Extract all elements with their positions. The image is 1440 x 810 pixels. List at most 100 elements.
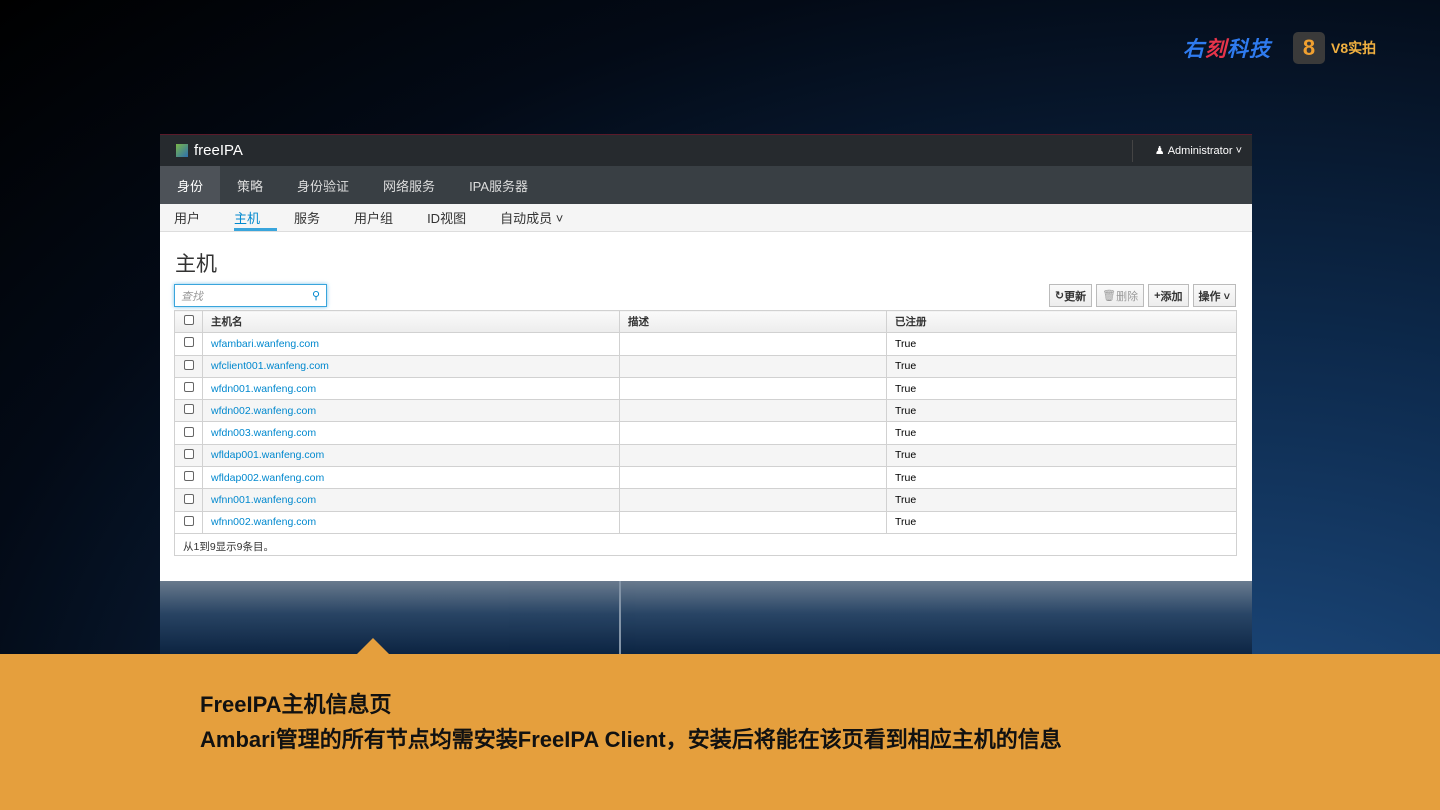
page-title: 主机 (175, 253, 217, 276)
col-hostname[interactable]: 主机名 (202, 309, 620, 334)
nav-authentication[interactable]: 身份验证 (280, 166, 366, 204)
table-footer: 从1到9显示9条目。 (174, 533, 1237, 556)
host-link[interactable]: wfldap001.wanfeng.com (211, 449, 324, 461)
host-link[interactable]: wfambari.wanfeng.com (211, 338, 319, 350)
search-icon[interactable]: ⚲ (312, 289, 320, 302)
row-checkbox-cell (174, 488, 203, 512)
v8-badge: 8 V8实拍 (1293, 32, 1376, 64)
search-placeholder: 查找 (181, 290, 203, 303)
search-input[interactable]: 查找 ⚲ (174, 284, 327, 307)
row-checkbox-cell (174, 443, 203, 468)
host-link[interactable]: wfclient001.wanfeng.com (211, 360, 329, 372)
v8-icon: 8 (1293, 32, 1325, 64)
nav-policy[interactable]: 策略 (220, 166, 280, 204)
registered-cell: True (886, 376, 1237, 401)
freeipa-window: freeIPA ♟ Administrator ˅ 身份 策略 身份验证 网络服… (160, 134, 1252, 581)
row-checkbox-cell (174, 376, 203, 401)
tab-services[interactable]: 服务 (294, 204, 354, 231)
registered-cell: True (886, 354, 1237, 378)
row-checkbox[interactable] (183, 337, 194, 348)
secondary-nav: 用户 主机 服务 用户组 ID视图 自动成员 ˅ (160, 204, 1252, 232)
refresh-button[interactable]: ↻ 更新 (1048, 284, 1093, 307)
description-cell (619, 354, 887, 378)
registered-cell: True (886, 421, 1237, 445)
delete-button[interactable]: 🗑 删除 (1096, 284, 1145, 307)
reflection-divider (619, 581, 621, 654)
actions-button[interactable]: 操作 ˅ (1192, 284, 1236, 307)
nav-ipa-server[interactable]: IPA服务器 (452, 166, 545, 204)
host-link[interactable]: wfnn002.wanfeng.com (211, 516, 316, 528)
registered-cell: True (886, 399, 1237, 423)
description-cell (619, 443, 887, 468)
tab-user-groups[interactable]: 用户组 (354, 204, 427, 231)
app-logo[interactable]: freeIPA (176, 142, 243, 159)
hosts-table: 主机名 描述 已注册 wfambari.wanfeng.com True wfc… (174, 309, 1237, 534)
v8-label: V8实拍 (1331, 40, 1377, 56)
host-link[interactable]: wfdn001.wanfeng.com (211, 383, 316, 395)
row-checkbox[interactable] (183, 515, 194, 526)
table-row: wfclient001.wanfeng.com True (174, 354, 1237, 378)
row-checkbox[interactable] (183, 493, 194, 504)
host-link[interactable]: wfldap002.wanfeng.com (211, 472, 324, 484)
row-checkbox[interactable] (183, 382, 194, 393)
toolbar: ↻ 更新 🗑 删除 + 添加 操作 ˅ (1048, 284, 1236, 307)
caption-title: FreeIPA主机信息页 (200, 692, 392, 717)
host-link[interactable]: wfdn002.wanfeng.com (211, 405, 316, 417)
nav-network-services[interactable]: 网络服务 (366, 166, 452, 204)
brand: 右刻科技 8 V8实拍 (1183, 32, 1376, 64)
description-cell (619, 376, 887, 401)
refresh-icon: ↻ (1054, 290, 1065, 302)
table-row: wfdn003.wanfeng.com True (174, 421, 1237, 445)
add-button[interactable]: + 添加 (1148, 284, 1189, 307)
caption-text: Ambari管理的所有节点均需安装FreeIPA Client，安装后将能在该页… (200, 727, 1062, 752)
user-menu[interactable]: ♟ Administrator ˅ (1131, 139, 1252, 162)
hostname-cell: wfldap002.wanfeng.com (202, 466, 620, 490)
brand-logo: 右刻科技 (1183, 38, 1271, 61)
row-checkbox-cell (174, 332, 203, 356)
hostname-cell: wfnn002.wanfeng.com (202, 510, 620, 534)
row-checkbox[interactable] (183, 448, 194, 459)
app-name: freeIPA (194, 142, 243, 159)
primary-nav: 身份 策略 身份验证 网络服务 IPA服务器 (160, 166, 1252, 204)
hostname-cell: wfdn002.wanfeng.com (202, 399, 620, 423)
hostname-cell: wfdn003.wanfeng.com (202, 421, 620, 445)
description-cell (619, 421, 887, 445)
col-registered[interactable]: 已注册 (886, 309, 1237, 334)
row-checkbox-cell (174, 466, 203, 490)
hostname-cell: wfclient001.wanfeng.com (202, 354, 620, 378)
description-cell (619, 332, 887, 356)
table-row: wfambari.wanfeng.com True (174, 332, 1237, 356)
host-link[interactable]: wfnn001.wanfeng.com (211, 494, 316, 506)
registered-cell: True (886, 488, 1237, 512)
row-checkbox-cell (174, 399, 203, 423)
nav-identity[interactable]: 身份 (160, 166, 221, 204)
tab-hosts[interactable]: 主机 (234, 204, 294, 231)
top-bar: freeIPA ♟ Administrator ˅ (160, 135, 1252, 166)
hostname-cell: wfldap001.wanfeng.com (202, 443, 620, 468)
table-row: wfldap001.wanfeng.com True (174, 443, 1237, 468)
row-checkbox-cell (174, 421, 203, 445)
table-row: wfldap002.wanfeng.com True (174, 466, 1237, 490)
tab-id-views[interactable]: ID视图 (427, 204, 500, 231)
hostname-cell: wfdn001.wanfeng.com (202, 376, 620, 401)
tab-users[interactable]: 用户 (174, 204, 234, 231)
row-checkbox[interactable] (183, 359, 194, 370)
user-name: Administrator ˅ (1167, 144, 1242, 157)
col-description[interactable]: 描述 (619, 309, 887, 334)
caption-banner: FreeIPA主机信息页 Ambari管理的所有节点均需安装FreeIPA Cl… (0, 654, 1440, 810)
row-checkbox[interactable] (183, 404, 194, 415)
row-checkbox-cell (174, 354, 203, 378)
row-checkbox[interactable] (183, 471, 194, 482)
select-all-checkbox[interactable] (183, 315, 194, 326)
row-checkbox[interactable] (183, 426, 194, 437)
host-link[interactable]: wfdn003.wanfeng.com (211, 427, 316, 439)
table-row: wfnn002.wanfeng.com True (174, 510, 1237, 534)
description-cell (619, 488, 887, 512)
description-cell (619, 510, 887, 534)
hostname-cell: wfambari.wanfeng.com (202, 332, 620, 356)
table-row: wfdn002.wanfeng.com True (174, 399, 1237, 423)
table-row: wfnn001.wanfeng.com True (174, 488, 1237, 512)
caption-pointer (357, 638, 389, 654)
tab-automember[interactable]: 自动成员 ˅ (500, 204, 580, 231)
delete-label: 删除 (1116, 290, 1139, 303)
